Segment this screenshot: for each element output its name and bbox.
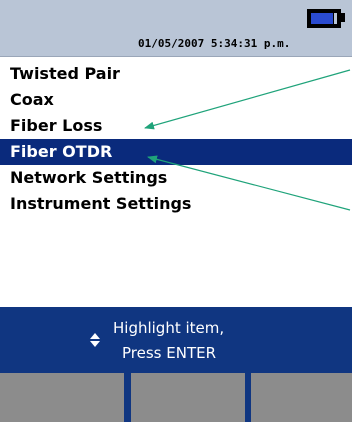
- status-bar: 01/05/2007 5:34:31 p.m.: [0, 0, 352, 57]
- softkey-2[interactable]: [131, 373, 245, 422]
- softkey-1[interactable]: [0, 373, 124, 422]
- up-down-arrows-icon: [90, 333, 100, 347]
- main-menu: Twisted Pair Coax Fiber Loss Fiber OTDR …: [0, 61, 352, 217]
- softkey-bar: [0, 373, 352, 422]
- datetime: 01/05/2007 5:34:31 p.m.: [138, 37, 291, 50]
- help-panel: Highlight item, Press ENTER: [0, 307, 352, 373]
- battery-icon: [307, 9, 341, 28]
- help-text-line1: Highlight item,: [113, 319, 225, 337]
- menu-item-fiber-otdr[interactable]: Fiber OTDR: [0, 139, 352, 165]
- menu-item-instrument-settings[interactable]: Instrument Settings: [0, 191, 352, 217]
- menu-item-fiber-loss[interactable]: Fiber Loss: [0, 113, 352, 139]
- menu-item-coax[interactable]: Coax: [0, 87, 352, 113]
- device-screen: 01/05/2007 5:34:31 p.m. Twisted Pair Coa…: [0, 0, 352, 422]
- battery-tip: [341, 13, 345, 22]
- softkey-3[interactable]: [251, 373, 352, 422]
- help-text-line2: Press ENTER: [122, 344, 217, 362]
- menu-item-network-settings[interactable]: Network Settings: [0, 165, 352, 191]
- menu-item-twisted-pair[interactable]: Twisted Pair: [0, 61, 352, 87]
